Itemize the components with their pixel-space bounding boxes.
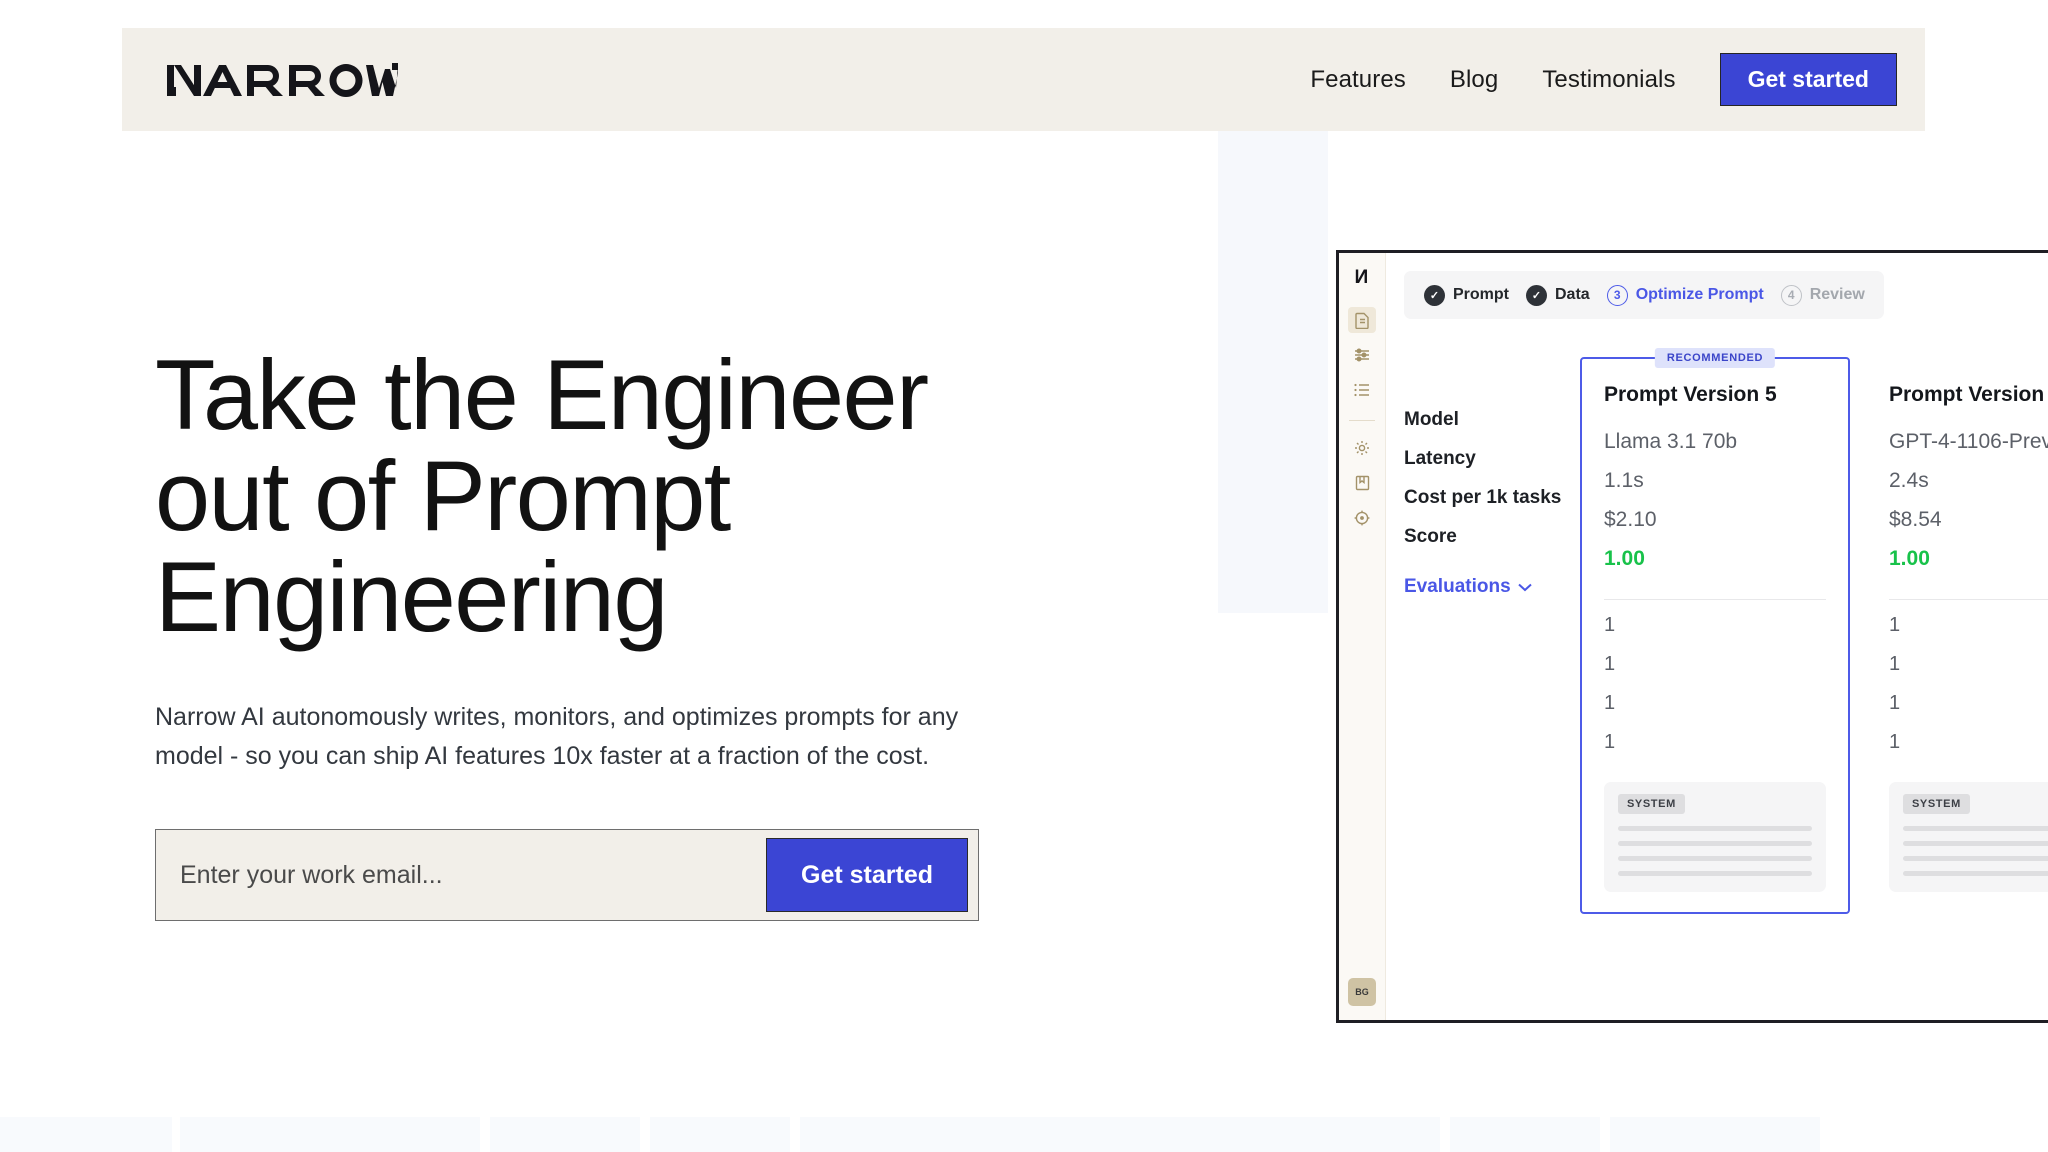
step-review-label: Review xyxy=(1809,286,1865,303)
comparison-row-labels: Model Latency Cost per 1k tasks Score Ev… xyxy=(1404,357,1580,914)
rail-target-icon[interactable] xyxy=(1348,505,1376,531)
card-evaluation-value: 1 xyxy=(1604,692,1616,714)
nav-link-blog[interactable]: Blog xyxy=(1428,66,1520,94)
card-evaluation-value: 1 xyxy=(1889,731,1901,753)
card-evaluation-value: 1 xyxy=(1889,692,1901,714)
evaluations-toggle[interactable]: Evaluations xyxy=(1404,567,1580,606)
step-prompt[interactable]: ✓ Prompt xyxy=(1424,284,1509,306)
headline-line-2: out of Prompt xyxy=(155,439,731,551)
rail-divider xyxy=(1349,420,1375,421)
recommended-badge: RECOMMENDED xyxy=(1654,348,1776,368)
skeleton-line xyxy=(1903,871,2048,876)
card-evaluation-value: 1 xyxy=(1604,653,1616,675)
skeleton-line xyxy=(1618,871,1812,876)
step-number-badge: 4 xyxy=(1780,284,1802,306)
card-score-value: 1.00 xyxy=(1889,547,1930,570)
card-model-value: Llama 3.1 70b xyxy=(1604,430,1738,453)
nav-link-testimonials[interactable]: Testimonials xyxy=(1520,66,1697,94)
brand-logo[interactable] xyxy=(167,60,399,100)
email-signup-form: Get started xyxy=(155,829,979,922)
row-label-latency: Latency xyxy=(1404,448,1476,469)
evaluations-label: Evaluations xyxy=(1404,575,1511,597)
card-title: Prompt Version 5 xyxy=(1604,383,1777,406)
step-data[interactable]: ✓ Data xyxy=(1526,284,1590,306)
main-nav: Features Blog Testimonials Get started xyxy=(1288,53,1897,106)
step-optimize-prompt[interactable]: 3 Optimize Prompt xyxy=(1606,284,1764,306)
card-title: Prompt Version 2 xyxy=(1889,383,2048,406)
card-divider xyxy=(1889,599,2048,600)
system-tag: SYSTEM xyxy=(1618,794,1685,814)
card-latency-value: 1.1s xyxy=(1604,469,1644,492)
step-prompt-label: Prompt xyxy=(1453,286,1509,303)
prompt-comparison: Model Latency Cost per 1k tasks Score Ev… xyxy=(1404,348,2048,914)
system-prompt-block[interactable]: SYSTEM xyxy=(1604,782,1826,892)
step-check-icon: ✓ xyxy=(1526,284,1547,306)
skeleton-line xyxy=(1618,841,1812,846)
rail-document-icon[interactable] xyxy=(1348,307,1376,333)
wizard-stepper: ✓ Prompt ✓ Data 3 Optimize Prompt 4 Revi… xyxy=(1404,271,1884,319)
rail-list-icon[interactable] xyxy=(1348,377,1376,403)
signup-get-started-button[interactable]: Get started xyxy=(766,838,968,913)
rail-book-icon[interactable] xyxy=(1348,470,1376,496)
skeleton-line xyxy=(1903,826,2048,831)
subheadline-line-2: model - so you can ship AI features 10x … xyxy=(155,741,930,770)
nav-link-features[interactable]: Features xyxy=(1288,66,1428,94)
card-divider xyxy=(1604,599,1826,600)
step-number-badge: 3 xyxy=(1606,284,1628,306)
product-screenshot-window: N BG ✓ Prompt ✓ Data 3 Optimize Prompt 4… xyxy=(1336,250,2048,1023)
skeleton-line xyxy=(1903,841,2048,846)
app-main-panel: ✓ Prompt ✓ Data 3 Optimize Prompt 4 Revi… xyxy=(1386,253,2048,1020)
work-email-input[interactable] xyxy=(156,831,767,920)
background-bottom-band xyxy=(0,1117,2048,1152)
card-score-value: 1.00 xyxy=(1604,547,1645,570)
prompt-version-card[interactable]: RECOMMENDED Prompt Version 5 Llama 3.1 7… xyxy=(1580,348,1850,914)
card-cost-value: $8.54 xyxy=(1889,508,1942,531)
step-review[interactable]: 4 Review xyxy=(1780,284,1865,306)
system-prompt-block[interactable]: SYSTEM xyxy=(1889,782,2048,892)
rail-sliders-icon[interactable] xyxy=(1348,342,1376,368)
card-evaluation-value: 1 xyxy=(1889,653,1901,675)
card-cost-value: $2.10 xyxy=(1604,508,1657,531)
site-header: Features Blog Testimonials Get started xyxy=(122,28,1925,131)
skeleton-line xyxy=(1618,826,1812,831)
system-tag: SYSTEM xyxy=(1903,794,1970,814)
row-label-score: Score xyxy=(1404,526,1457,547)
hero-section: Take the Engineer out of Prompt Engineer… xyxy=(155,339,1035,922)
headline-line-3: Engineering xyxy=(155,540,668,652)
prompt-version-card[interactable]: Prompt Version 2 GPT-4-1106-Preview 2.4s… xyxy=(1867,357,2048,914)
subheadline-line-1: Narrow AI autonomously writes, monitors,… xyxy=(155,702,959,731)
page-root: Features Blog Testimonials Get started T… xyxy=(0,0,2048,1152)
skeleton-line xyxy=(1618,856,1812,861)
row-label-cost: Cost per 1k tasks xyxy=(1404,487,1562,508)
card-model-value: GPT-4-1106-Preview xyxy=(1889,430,2048,453)
step-data-label: Data xyxy=(1555,286,1590,303)
row-label-model: Model xyxy=(1404,409,1459,430)
card-evaluation-value: 1 xyxy=(1604,731,1616,753)
app-logo-icon[interactable]: N xyxy=(1355,267,1368,289)
card-evaluation-value: 1 xyxy=(1889,614,1901,636)
rail-gear-icon[interactable] xyxy=(1348,435,1376,461)
header-get-started-button[interactable]: Get started xyxy=(1719,53,1897,106)
hero-headline: Take the Engineer out of Prompt Engineer… xyxy=(155,339,1035,652)
headline-line-1: Take the Engineer xyxy=(155,339,929,450)
step-check-icon: ✓ xyxy=(1424,284,1445,306)
chevron-down-icon xyxy=(1517,576,1532,598)
card-evaluation-value: 1 xyxy=(1604,614,1616,636)
user-avatar[interactable]: BG xyxy=(1348,978,1376,1006)
hero-subheadline: Narrow AI autonomously writes, monitors,… xyxy=(155,698,970,776)
narrow-wordmark-icon xyxy=(167,62,398,97)
app-sidebar-rail: N BG xyxy=(1339,253,1386,1020)
step-optimize-prompt-label: Optimize Prompt xyxy=(1635,286,1764,303)
card-latency-value: 2.4s xyxy=(1889,469,1929,492)
skeleton-line xyxy=(1903,856,2048,861)
